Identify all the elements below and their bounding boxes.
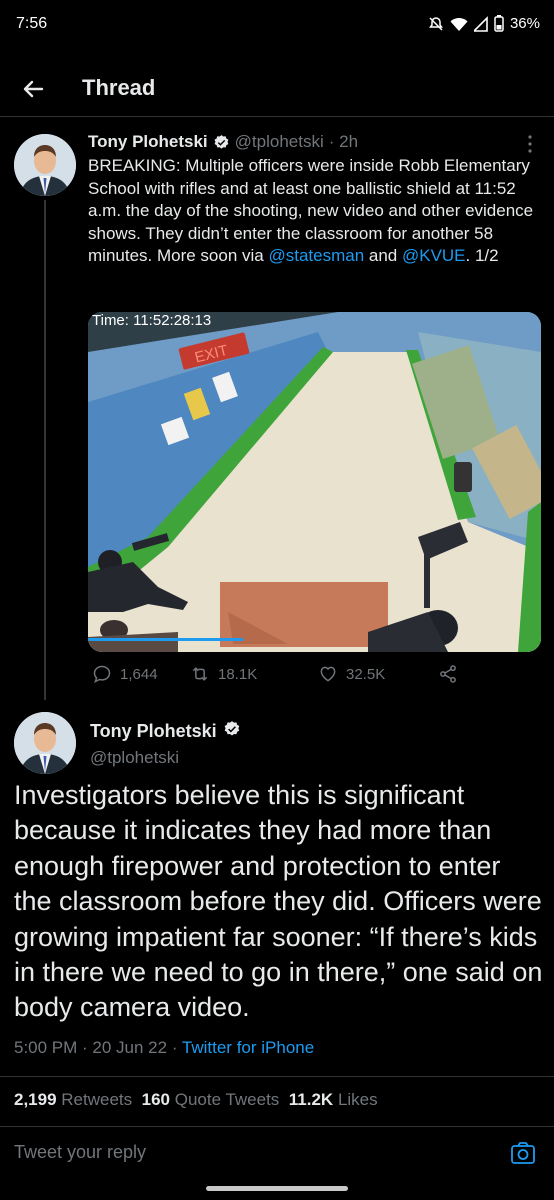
- avatar[interactable]: [14, 134, 76, 196]
- gesture-nav-bar[interactable]: [206, 1186, 348, 1191]
- more-options-button[interactable]: [520, 134, 540, 154]
- page-title: Thread: [82, 75, 156, 100]
- verified-badge-icon: [223, 720, 241, 743]
- tweet-time[interactable]: · 2h: [329, 132, 358, 152]
- battery-percent: 36%: [509, 15, 540, 32]
- reply-divider: [0, 1126, 554, 1127]
- author-name[interactable]: Tony Plohetski: [88, 132, 208, 152]
- tweet-stats: 2,199 Retweets 160 Quote Tweets 11.2K Li…: [14, 1090, 378, 1110]
- reply-input[interactable]: Tweet your reply: [14, 1142, 146, 1163]
- likes-count: 11.2K: [288, 1090, 334, 1109]
- header: Thread: [0, 60, 554, 116]
- likes-stat[interactable]: 11.2K Likes: [289, 1090, 378, 1109]
- tweet-actions: 1,644 18.1K 32.5K: [88, 664, 508, 688]
- tweet-text-part: . 1/2: [465, 246, 499, 265]
- retweet-icon: [192, 667, 208, 681]
- status-icons: 36%: [428, 15, 540, 32]
- author-handle[interactable]: @tplohetski: [235, 132, 324, 152]
- camera-button[interactable]: [510, 1140, 536, 1166]
- tweet-timestamp: 5:00 PM · 20 Jun 22 ·: [14, 1038, 182, 1057]
- like-button[interactable]: 32.5K: [318, 664, 385, 684]
- retweet-button[interactable]: 18.1K: [190, 664, 257, 684]
- retweets-stat[interactable]: 2,199 Retweets: [14, 1090, 132, 1109]
- signal-icon: [473, 15, 488, 32]
- mention-link[interactable]: @statesman: [268, 246, 364, 265]
- camera-icon: [511, 1142, 535, 1164]
- header-divider: [0, 116, 554, 117]
- more-vertical-icon: [528, 135, 532, 153]
- quotes-label: Quote Tweets: [174, 1090, 280, 1109]
- status-time: 7:56: [16, 15, 48, 32]
- retweets-count: 2,199: [14, 1090, 57, 1109]
- verified-badge-icon: [213, 134, 230, 151]
- tweet-media[interactable]: EXIT: [88, 312, 541, 652]
- battery-icon: [494, 15, 504, 32]
- media-timestamp: Time: 11:52:28:13: [92, 312, 212, 329]
- retweet-count: 18.1K: [218, 665, 258, 683]
- wifi-icon: [450, 16, 468, 32]
- share-button[interactable]: [438, 664, 458, 684]
- back-button[interactable]: [18, 74, 48, 104]
- author-name[interactable]: Tony Plohetski: [90, 721, 217, 742]
- stats-divider: [0, 1076, 554, 1077]
- reply-count: 1,644: [120, 665, 158, 683]
- retweets-label: Retweets: [61, 1090, 133, 1109]
- thread-line: [44, 200, 46, 700]
- mute-icon: [428, 16, 444, 32]
- quotes-count: 160: [141, 1090, 170, 1109]
- tweet-header: Tony Plohetski @tplohetski · 2h: [88, 132, 538, 152]
- reply-button[interactable]: 1,644: [92, 664, 158, 684]
- tweet-text-part: and: [364, 246, 402, 265]
- reply-icon: [93, 665, 111, 683]
- share-icon: [440, 665, 456, 683]
- mention-link[interactable]: @KVUE: [402, 246, 466, 265]
- heart-icon: [320, 666, 336, 682]
- like-count: 32.5K: [346, 665, 386, 683]
- author-name-row: Tony Plohetski: [90, 720, 241, 743]
- arrow-left-icon: [23, 80, 44, 98]
- status-bar: 7:56 36%: [0, 0, 554, 50]
- tweet-meta: 5:00 PM · 20 Jun 22 · Twitter for iPhone: [14, 1038, 314, 1058]
- tweet-text: BREAKING: Multiple officers were inside …: [88, 155, 538, 268]
- avatar[interactable]: [14, 712, 76, 774]
- likes-label: Likes: [337, 1090, 378, 1109]
- tweet: Tony Plohetski @tplohetski · 2h BREAKING…: [88, 132, 538, 268]
- quotes-stat[interactable]: 160 Quote Tweets: [142, 1090, 280, 1109]
- tweet-text: Investigators believe this is significan…: [14, 780, 543, 1023]
- tweet-source-link[interactable]: Twitter for iPhone: [182, 1038, 314, 1057]
- author-handle[interactable]: @tplohetski: [90, 748, 179, 768]
